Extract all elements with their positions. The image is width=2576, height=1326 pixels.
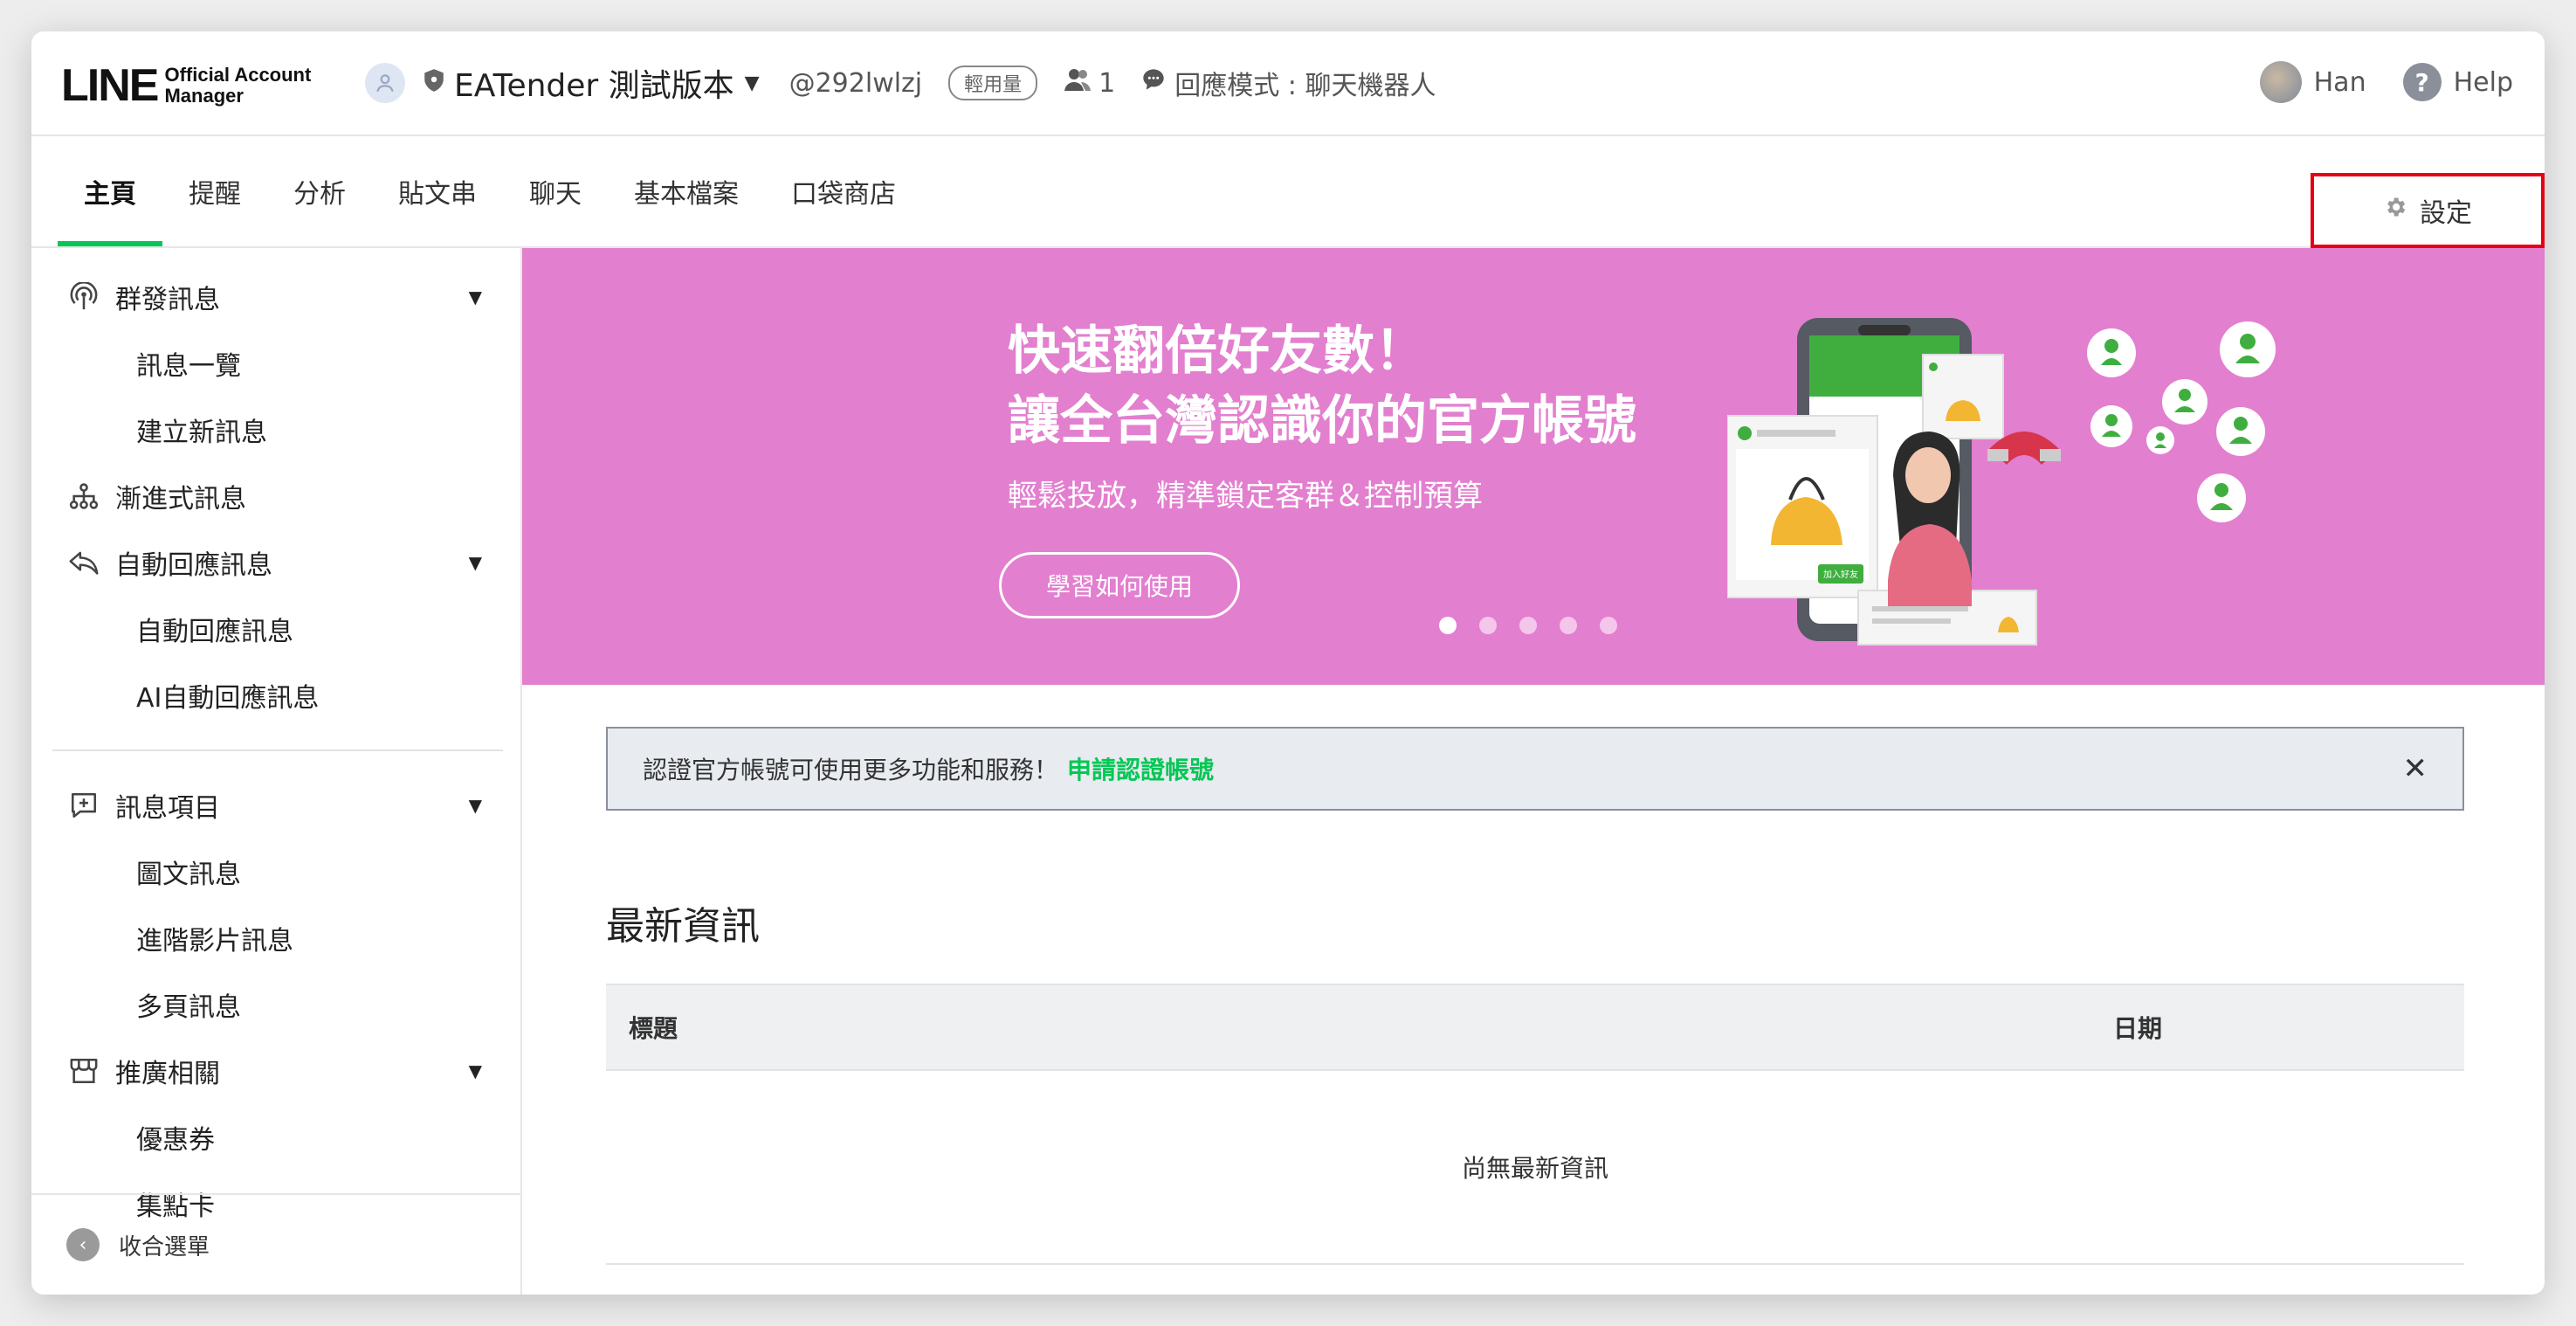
tab-timeline[interactable]: 貼文串: [372, 136, 503, 246]
main-content: 快速翻倍好友數！ 讓全台灣認識你的官方帳號 輕鬆投放，精準鎖定客群＆控制預算 學…: [522, 248, 2545, 1295]
broadcast-icon: [66, 282, 101, 312]
table-header: 標題 日期: [606, 984, 2464, 1071]
logo-sub-line2: Manager: [164, 85, 244, 107]
logo-sub-text: Official Account Manager: [164, 65, 311, 107]
carousel-dot-1[interactable]: [1439, 617, 1457, 634]
sidebar-item-label: 自動回應訊息: [115, 550, 272, 581]
sidebar-item-label: 群發訊息: [115, 285, 220, 315]
sidebar-item-ai-auto-reply[interactable]: AI自動回應訊息: [31, 662, 520, 729]
tab-home[interactable]: 主頁: [58, 136, 162, 246]
carousel-dot-2[interactable]: [1479, 617, 1497, 634]
sidebar-item-broadcast[interactable]: 群發訊息 ▼: [31, 264, 520, 330]
sidebar-item-create-message[interactable]: 建立新訊息: [31, 397, 520, 463]
settings-button[interactable]: 設定: [2311, 173, 2545, 248]
chevron-down-icon: ▼: [468, 1060, 482, 1081]
logo-line-text: LINE: [61, 60, 159, 111]
apply-verification-link[interactable]: 申請認證帳號: [1067, 751, 1214, 786]
banner-title-line1: 快速翻倍好友數！: [1008, 321, 1427, 382]
carousel-dot-5[interactable]: [1600, 617, 1617, 634]
sidebar-item-rich-message[interactable]: 圖文訊息: [31, 839, 520, 905]
promo-banner[interactable]: 快速翻倍好友數！ 讓全台灣認識你的官方帳號 輕鬆投放，精準鎖定客群＆控制預算 學…: [522, 248, 2545, 685]
tab-chat[interactable]: 聊天: [503, 136, 608, 246]
news-table: 標題 日期 尚無最新資訊: [606, 984, 2464, 1265]
banner-title: 快速翻倍好友數！ 讓全台灣認識你的官方帳號: [1008, 316, 1636, 456]
tab-notifications[interactable]: 提醒: [162, 136, 267, 246]
sidebar-item-message-items[interactable]: 訊息項目 ▼: [31, 772, 520, 839]
sidebar-item-label: 漸進式訊息: [115, 484, 246, 515]
hierarchy-icon: [66, 481, 101, 511]
carousel-dots: [1439, 617, 1617, 634]
news-section-title: 最新資訊: [606, 904, 760, 949]
gear-icon: [2383, 195, 2407, 226]
nav-tabs: 主頁 提醒 分析 貼文串 聊天 基本檔案 口袋商店: [58, 136, 922, 246]
tab-analytics[interactable]: 分析: [267, 136, 372, 246]
add-friend-text: 加入好友: [1823, 569, 1858, 580]
account-name: EATender 測試版本: [454, 68, 734, 104]
chat-bubble-icon: [1141, 67, 1166, 99]
verification-notice: 認證官方帳號可使用更多功能和服務！ 申請認證帳號 ✕: [606, 727, 2464, 811]
sidebar-item-label: 推廣相關: [115, 1059, 220, 1089]
collapse-menu-button[interactable]: ‹ 收合選單: [31, 1193, 520, 1295]
banner-title-line2: 讓全台灣認識你的官方帳號: [1008, 390, 1636, 452]
empty-text: 尚無最新資訊: [1461, 1154, 1608, 1183]
settings-label: 設定: [2420, 198, 2472, 229]
app-window: LINE Official Account Manager EATender 測…: [31, 31, 2545, 1295]
plan-badge[interactable]: 輕用量: [948, 66, 1038, 100]
account-id: @292lwlzj: [789, 67, 923, 99]
sidebar-item-card-message[interactable]: 多頁訊息: [31, 971, 520, 1038]
chevron-down-icon: ▼: [468, 795, 482, 816]
chevron-down-icon: ▼: [468, 552, 482, 573]
top-header: LINE Official Account Manager EATender 測…: [31, 31, 2545, 136]
banner-illustration: 加入好友: [1727, 318, 2276, 646]
people-icon: [1064, 67, 1092, 99]
close-icon[interactable]: ✕: [2403, 751, 2428, 786]
user-area: Han ? Help: [2259, 61, 2513, 103]
carousel-dot-3[interactable]: [1519, 617, 1537, 634]
tab-profile[interactable]: 基本檔案: [608, 136, 765, 246]
shield-icon: [423, 68, 445, 99]
learn-how-button[interactable]: 學習如何使用: [999, 552, 1240, 618]
help-link[interactable]: Help: [2454, 67, 2513, 98]
banner-subtitle: 輕鬆投放，精準鎖定客群＆控制預算: [1008, 479, 1483, 514]
column-header-date: 日期: [2113, 1014, 2163, 1043]
column-header-title: 標題: [629, 1014, 678, 1043]
sidebar-item-step-message[interactable]: 漸進式訊息: [31, 463, 520, 529]
carousel-dot-4[interactable]: [1560, 617, 1577, 634]
sidebar-item-label: 訊息項目: [115, 793, 220, 824]
table-empty-state: 尚無最新資訊: [606, 1071, 2464, 1265]
sidebar: 群發訊息 ▼ 訊息一覽 建立新訊息 漸進式訊息 自動回應訊息 ▼ 自動回應訊息 …: [31, 248, 522, 1295]
help-icon[interactable]: ?: [2402, 63, 2442, 101]
notice-text: 認證官方帳號可使用更多功能和服務！: [643, 756, 1059, 784]
user-avatar[interactable]: [2259, 61, 2302, 103]
store-icon: [66, 1056, 101, 1086]
sidebar-item-message-list[interactable]: 訊息一覽: [31, 330, 520, 397]
logo-sub-line1: Official Account: [164, 64, 312, 86]
chevron-down-icon: ▼: [468, 287, 482, 307]
tab-pocket-shop[interactable]: 口袋商店: [765, 136, 922, 246]
reply-arrow-icon: [66, 548, 101, 577]
sidebar-divider: [52, 749, 503, 751]
friend-count-value: 1: [1099, 67, 1116, 99]
friend-count[interactable]: 1: [1064, 67, 1115, 99]
response-mode-text: 回應模式 : 聊天機器人: [1174, 71, 1436, 101]
sidebar-item-rich-video[interactable]: 進階影片訊息: [31, 905, 520, 971]
chevron-left-icon: ‹: [66, 1228, 100, 1261]
response-mode[interactable]: 回應模式 : 聊天機器人: [1141, 64, 1436, 102]
sidebar-item-promotion[interactable]: 推廣相關 ▼: [31, 1038, 520, 1104]
sidebar-item-coupon[interactable]: 優惠券: [31, 1104, 520, 1171]
account-switcher[interactable]: EATender 測試版本 ▼ @292lwlzj 輕用量 1 回應模式 : 聊…: [365, 61, 1436, 105]
chevron-down-icon: ▼: [744, 72, 760, 94]
user-name[interactable]: Han: [2314, 67, 2366, 98]
sidebar-item-auto-reply[interactable]: 自動回應訊息 ▼: [31, 529, 520, 596]
account-avatar-icon: [365, 63, 405, 103]
sidebar-item-auto-reply-messages[interactable]: 自動回應訊息: [31, 596, 520, 662]
collapse-menu-label: 收合選單: [119, 1233, 210, 1260]
main-nav: 主頁 提醒 分析 貼文串 聊天 基本檔案 口袋商店 設定: [31, 136, 2545, 248]
line-oa-logo[interactable]: LINE Official Account Manager: [61, 59, 311, 112]
add-message-icon: [66, 791, 101, 820]
